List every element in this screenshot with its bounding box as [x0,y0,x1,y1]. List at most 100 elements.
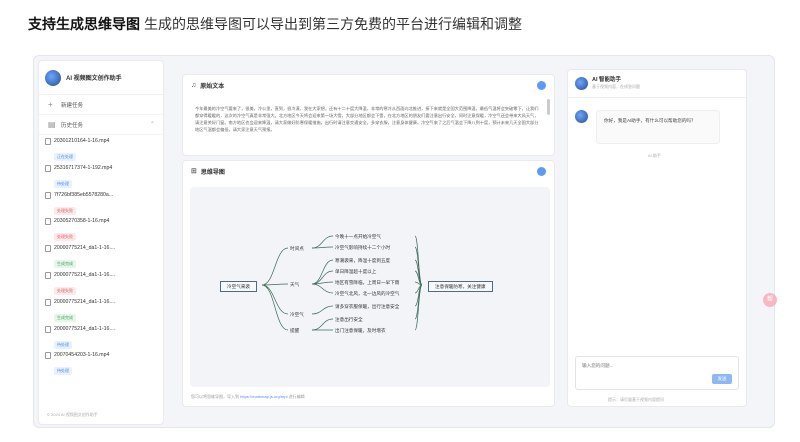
message-bubble: 你好，我是AI助手，有什么可以帮助您的吗？ [596,110,720,144]
task-name: 20000775214_da1-1-16.... [54,245,116,252]
source-title: 原始文本 [200,83,225,90]
task-item[interactable]: 20000775214_da1-1-16.... 生成完成 [45,244,157,269]
sidebar-footer: © 2024 AI 视频图文创作助手 [47,412,98,417]
mindmap-edge [261,247,289,286]
mindmap-leaf-node[interactable]: 地区有雪降临，上周日一早下雨 [335,279,399,286]
chat-input-box: 发送 [575,356,739,390]
source-scrollbar[interactable] [547,99,550,115]
task-item[interactable]: 20070454203-1-16.mp4 待处理 [45,351,157,376]
headphones-icon: ♫ [191,81,197,89]
history-toggle[interactable]: ▤ 历史任务 ⌃ [39,115,163,135]
message-meta: AI 助手 [648,153,661,158]
file-icon [45,298,51,306]
status-badge: 正在处理 [54,153,76,161]
heading-bold: 支持生成思维导图 [28,16,140,32]
chat-header: AI 智能助手 基于视频内容，在线答问题 [568,70,746,98]
mindmap-edge [311,235,334,249]
status-badge: 待处理 [54,340,72,349]
chevron-up-icon: ⌃ [149,122,155,128]
mindmap-branch-node[interactable]: 时间点 [290,245,304,252]
export-icon[interactable] [537,167,546,176]
task-name: 20301210164-1-16.mp4 [54,138,110,144]
chat-panel: AI 智能助手 基于视频内容，在线答问题 你好，我是AI助手，有什么可以帮助您的… [567,69,747,407]
task-item[interactable]: 20000775214_da1-1-16.... 处理失败 [45,271,157,295]
assistant-avatar [575,110,588,123]
chat-input[interactable] [582,363,692,368]
mindmap-leaf-node[interactable]: 今晚十一点开始冷空气 [335,233,381,240]
send-button[interactable]: 发送 [712,374,732,384]
app-window: AI 视频图文创作助手 + 新建任务 ▤ 历史任务 ⌃ 20301210164-… [33,55,775,428]
history-icon: ▤ [48,120,56,129]
task-name: 20000775214_da1-1-16.... [54,271,116,278]
mindmap-leaf-node[interactable]: 请多穿衣服保暖，出行注意安全 [335,303,399,310]
source-header: ♫ 原始文本 [183,75,554,95]
task-item[interactable]: 20301210164-1-16.mp4 正在处理 [45,137,157,161]
floating-help-button[interactable]: 帮 [763,293,777,307]
file-icon [45,191,51,199]
file-icon [45,325,51,333]
mindmap-edge [261,283,289,286]
mindmap-edge [311,318,334,331]
task-name: 20070454203-1-16.mp4 [54,352,110,359]
heading-subtitle: 生成的思维导图可以导出到第三方免费的平台进行编辑和调整 [144,16,522,32]
page-heading: 支持生成思维导图 生成的思维导图可以导出到第三方免费的平台进行编辑和调整 [28,14,522,34]
mindmap-branch-node[interactable]: 天气 [290,281,299,288]
chat-message: 你好，我是AI助手，有什么可以帮助您的吗？ [575,110,720,144]
mindmap-canvas[interactable]: 冷空气来袭 时间点 今晚十一点开始冷空气冷空气影响持续十二个小时天气 寒潮袭来，降温十… [190,187,550,387]
mindmap-title: 思维导图 [200,169,225,176]
task-item[interactable]: 7f726bf385eb5578280a... 处理失败 [45,191,157,215]
file-icon [45,352,51,360]
status-badge: 生成完成 [54,313,76,322]
mindmap-branch-node[interactable]: 提醒 [290,327,299,334]
task-name: 7f726bf385eb5578280a... [54,191,114,198]
task-item[interactable]: 20000775214_da1-1-16.... 生成完成 [45,298,157,322]
mindmap-footer-suffix: 进行编辑 [288,394,305,399]
history-label: 历史任务 [61,122,84,129]
file-icon [45,164,51,172]
file-icon [45,138,51,145]
mindmap-root-node[interactable]: 冷空气来袭 [220,281,257,292]
mindmap-leaf-node[interactable]: 冷空气北风，北一边风的冷空气 [335,290,399,297]
assistant-avatar [575,77,588,90]
mindmap-edge [311,259,334,285]
new-task-label: 新建任务 [61,102,84,109]
mindmap-edge [261,284,289,315]
mindmap-leaf-node[interactable]: 单日降温超十度以上 [335,268,376,275]
mindmap-leaf-node[interactable]: 注意出行安全 [335,316,363,323]
task-name: 20000775214_da1-1-16.... [54,325,116,332]
app-title: AI 视频图文创作助手 [66,76,122,82]
markmap-link[interactable]: https://markmap.js.org/repl [240,394,287,399]
task-item[interactable]: 20000775214_da1-1-16.... 待处理 [45,325,157,349]
mindmap-leaf-node[interactable]: 寒潮袭来，降温十度到五度 [335,257,390,264]
mindmap-edge [311,305,334,315]
status-badge: 处理失败 [54,286,76,295]
status-badge: 待处理 [54,179,72,188]
chat-title: AI 智能助手 [592,77,622,83]
copy-icon[interactable] [537,81,546,90]
mindmap-footer-prefix: 您可以将思维导图，导入到 [191,394,239,399]
file-icon [45,271,51,279]
task-item[interactable]: 20305270358-1-16.mp4 处理失败 [45,217,157,242]
status-badge: 生成完成 [54,260,76,269]
chat-footer: 提示：请尽量基于视频内容提问 [608,397,664,402]
file-icon [45,218,51,226]
mindmap-leaf-node[interactable]: 出门注意保暖，及时增衣 [335,327,386,334]
status-badge: 待处理 [54,367,72,376]
mindmap-edge [261,284,289,331]
mindmap-edge [414,284,423,331]
mindmap-edge [414,284,423,320]
task-list: 20301210164-1-16.mp4 正在处理 25316717374-1-19… [39,135,163,380]
mindmap-leaf-node[interactable]: 冷空气影响持续十二个小时 [335,244,390,251]
mindmap-edge [311,283,334,294]
task-item[interactable]: 25316717374-1-192.mp4 待处理 [45,164,157,188]
mindmap-branch-node[interactable]: 冷空气 [290,311,304,318]
file-icon [45,245,51,253]
source-text-card: ♫ 原始文本 今年最美的冷空气要来了，很美，冷公里，直到，很冷漠，我在大家想，还… [182,74,555,156]
new-task-button[interactable]: + 新建任务 [39,95,163,115]
mindmap-icon: ⊞ [191,168,197,175]
task-name: 20305270358-1-16.mp4 [54,218,110,225]
plus-icon: + [48,100,53,109]
sidebar: AI 视频图文创作助手 + 新建任务 ▤ 历史任务 ⌃ 20301210164-… [38,60,164,425]
mindmap-summary-node[interactable]: 注意保暖防寒，关注健康 [428,281,493,292]
chat-subtitle: 基于视频内容，在线答问题 [592,84,640,89]
